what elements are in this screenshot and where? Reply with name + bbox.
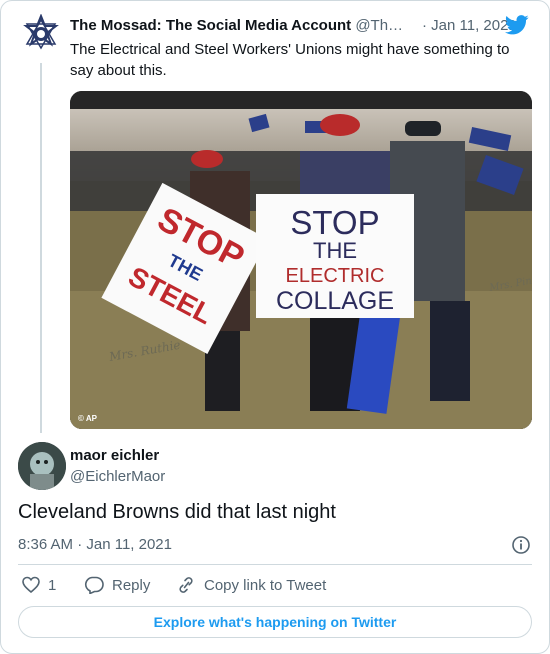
svg-text:THE: THE: [313, 238, 357, 263]
reply-separator: ·: [422, 17, 427, 34]
copy-link-label: Copy link to Tweet: [204, 576, 327, 594]
reply-date[interactable]: Jan 11, 2021: [431, 17, 517, 34]
main-tweet-text: Cleveland Browns did that last night: [18, 501, 336, 523]
like-button[interactable]: 1: [22, 576, 56, 594]
divider: [18, 564, 532, 565]
link-icon: [179, 577, 193, 593]
reply-label: Reply: [112, 576, 151, 594]
protest-photo[interactable]: STOP THE STEEL STOP THE ELECTRIC COLLAGE…: [70, 91, 532, 429]
tweet-embed-card: The Mossad: The Social Media Account @Th…: [0, 0, 550, 654]
avatar-image: [18, 442, 66, 490]
like-count: 1: [48, 576, 57, 594]
mossad-avatar[interactable]: [21, 14, 61, 54]
svg-text:STOP: STOP: [290, 204, 379, 241]
svg-text:ELECTRIC: ELECTRIC: [286, 265, 385, 287]
info-icon[interactable]: [511, 535, 531, 555]
reply-header: The Mossad: The Social Media Account @Th…: [70, 15, 535, 37]
svg-text:COLLAGE: COLLAGE: [276, 287, 394, 315]
reply-author-name[interactable]: The Mossad: The Social Media Account: [70, 17, 351, 34]
main-author-handle[interactable]: @EichlerMaor: [70, 468, 165, 485]
main-author-name[interactable]: maor eichler: [70, 447, 159, 464]
photo-credit: © AP: [78, 414, 97, 423]
main-tweet-timestamp[interactable]: 8:36 AM · Jan 11, 2021: [18, 536, 172, 553]
mossad-star-icon: [23, 14, 59, 50]
reply-button[interactable]: Reply: [84, 576, 150, 594]
reply-date-group[interactable]: · Jan 11, 2021: [422, 17, 517, 34]
reply-text: The Electrical and Steel Workers' Unions…: [70, 41, 510, 79]
twitter-bird-icon[interactable]: [505, 15, 529, 35]
reply-author-handle[interactable]: @Th…: [355, 17, 403, 34]
explore-twitter-button[interactable]: Explore what's happening on Twitter: [18, 606, 532, 638]
maor-avatar[interactable]: [18, 442, 66, 490]
reply-bubble-icon: [84, 576, 104, 594]
quoted-reply-tweet[interactable]: The Mossad: The Social Media Account @Th…: [1, 1, 549, 433]
heart-icon: [22, 576, 40, 594]
thread-line: [40, 63, 42, 433]
copy-link-button[interactable]: Copy link to Tweet: [176, 576, 326, 594]
protest-photo-art: STOP THE STEEL STOP THE ELECTRIC COLLAGE…: [70, 91, 532, 429]
